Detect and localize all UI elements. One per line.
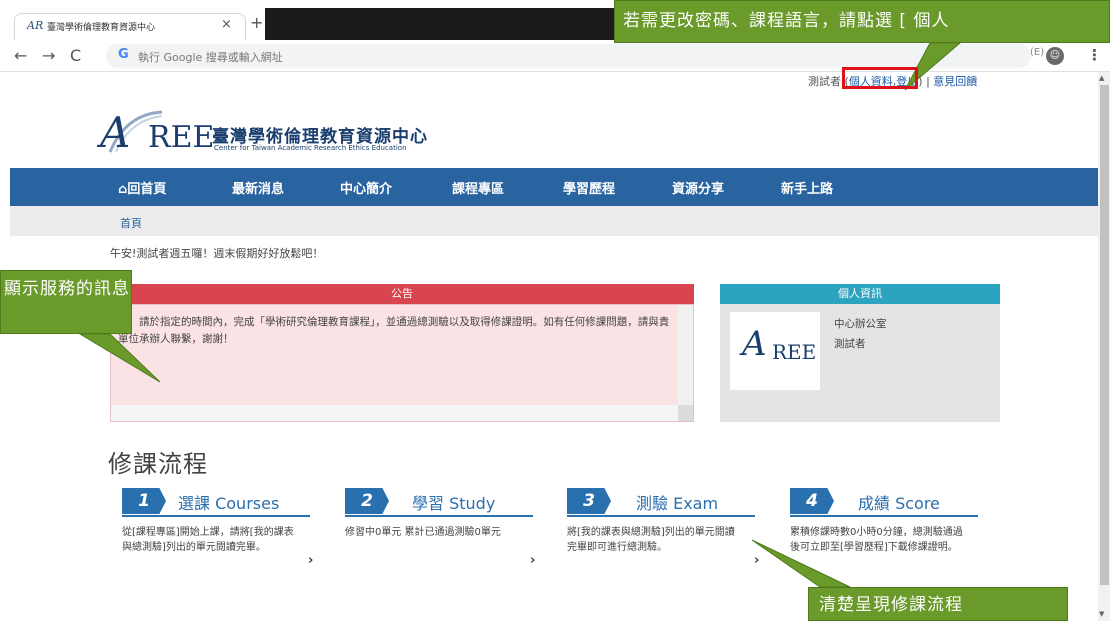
step-number-4: 4 (790, 488, 834, 514)
nav-item-history[interactable]: 學習歷程 (563, 178, 615, 197)
address-bar[interactable]: G 執行 Google 搜尋或輸入網址 (106, 44, 1031, 68)
nav-item-resources[interactable]: 資源分享 (672, 178, 724, 197)
step-label-4[interactable]: 成績 Score (858, 490, 940, 514)
nav-item-getting-started[interactable]: 新手上路 (781, 178, 833, 197)
logo-name-en: Center for Taiwan Academic Research Ethi… (214, 144, 407, 152)
step-underline (345, 515, 533, 517)
avatar-mark-a: A (742, 324, 767, 364)
nav-item-news[interactable]: 最新消息 (232, 178, 284, 197)
profile-org: 中心辦公室 (834, 318, 887, 330)
profile-panel-title: 個人資訊 (720, 284, 1000, 304)
step-label-1[interactable]: 選課 Courses (178, 490, 279, 514)
step-desc-2: 修習中0單元 累計已通過測驗0單元 (345, 527, 501, 538)
toolbar-extension-text[interactable]: (E) (1030, 47, 1044, 58)
callout-top: 若需更改密碼、課程語言，請點選 [ 個人 (614, 0, 1110, 43)
scroll-down-icon[interactable]: ▼ (1099, 610, 1104, 618)
google-icon: G (118, 47, 129, 62)
chevron-right-icon[interactable]: › (308, 553, 313, 568)
flow-title: 修課流程 (108, 450, 208, 478)
person-icon[interactable]: ☺ (1046, 47, 1064, 65)
user-name: 測試者 (808, 75, 841, 88)
callout-left: 顯示服務的訊息 (0, 270, 132, 334)
step-label-3[interactable]: 測驗 Exam (636, 490, 718, 514)
new-tab-button[interactable]: + (250, 13, 263, 32)
scroll-up-icon[interactable]: ▲ (1099, 74, 1104, 82)
step-underline (567, 515, 755, 517)
tab-title: 臺灣學術倫理教育資源中心 (47, 23, 156, 33)
logo-mark-a: A (100, 108, 131, 157)
title-bar-dark (265, 8, 615, 40)
step-desc-4: 累積修課時數0小時0分鐘，總測驗通過後可立即至[學習歷程]下載修課證明。 (790, 527, 963, 553)
announcement-vscrollbar[interactable] (678, 305, 693, 405)
menu-icon[interactable]: ⋮ (1087, 46, 1102, 64)
step-desc-1: 從[課程專區]開始上課，請將[我的課表與總測驗]列出的單元閱讀完畢。 (122, 527, 294, 553)
step-underline (790, 515, 978, 517)
announcement-title: 公告 (110, 284, 694, 304)
main-nav: ⌂回首頁 最新消息 中心簡介 課程專區 學習歷程 資源分享 新手上路 (10, 168, 1098, 206)
forward-button[interactable]: → (42, 46, 55, 65)
avatar-mark-ree: REE (772, 340, 817, 364)
nav-item-courses[interactable]: 課程專區 (452, 178, 504, 197)
greeting-text: 午安!測試者週五囉！週末假期好好放鬆吧！ (110, 247, 324, 260)
breadcrumb: 首頁 (10, 206, 1098, 236)
step-label-2[interactable]: 學習 Study (412, 490, 495, 514)
scrollbar-thumb[interactable] (1100, 85, 1109, 585)
step-desc-3: 將[我的課表與總測驗]列出的單元閱讀完畢即可進行總測驗。 (567, 527, 735, 553)
callout-bottom: 清楚呈現修課流程 (808, 587, 1068, 621)
browser-toolbar: ← → C G 執行 Google 搜尋或輸入網址 (E) (0, 40, 1110, 72)
breadcrumb-home[interactable]: 首頁 (120, 215, 142, 231)
announcement-hscrollbar[interactable] (111, 405, 678, 421)
site-favicon-icon: AR (27, 19, 44, 32)
announcement-text: 好：請於指定的時間內，完成「學術研究倫理教育課程」，並通過總測驗以及取得修課證明… (118, 316, 670, 345)
scroll-corner (678, 405, 693, 421)
nav-item-home[interactable]: ⌂回首頁 (118, 178, 166, 197)
highlight-box (842, 67, 918, 89)
site-logo[interactable]: A REE 臺灣學術倫理教育資源中心 Center for Taiwan Aca… (100, 108, 440, 158)
feedback-link[interactable]: 意見回饋 (933, 75, 977, 88)
step-number-2: 2 (345, 488, 389, 514)
reload-button[interactable]: C (70, 46, 81, 65)
step-number-1: 1 (122, 488, 166, 514)
back-button[interactable]: ← (14, 46, 27, 65)
address-placeholder: 執行 Google 搜尋或輸入網址 (138, 51, 283, 64)
close-icon[interactable]: × (221, 17, 232, 32)
step-number-3: 3 (567, 488, 611, 514)
profile-name: 測試者 (834, 338, 866, 350)
home-icon: ⌂ (118, 182, 128, 197)
step-underline (122, 515, 310, 517)
chevron-right-icon[interactable]: › (530, 553, 535, 568)
logo-mark-ree: REE (148, 120, 215, 155)
chevron-right-icon[interactable]: › (754, 553, 759, 568)
nav-item-about[interactable]: 中心簡介 (340, 178, 392, 197)
browser-tab[interactable]: AR 臺灣學術倫理教育資源中心 × (14, 13, 246, 40)
